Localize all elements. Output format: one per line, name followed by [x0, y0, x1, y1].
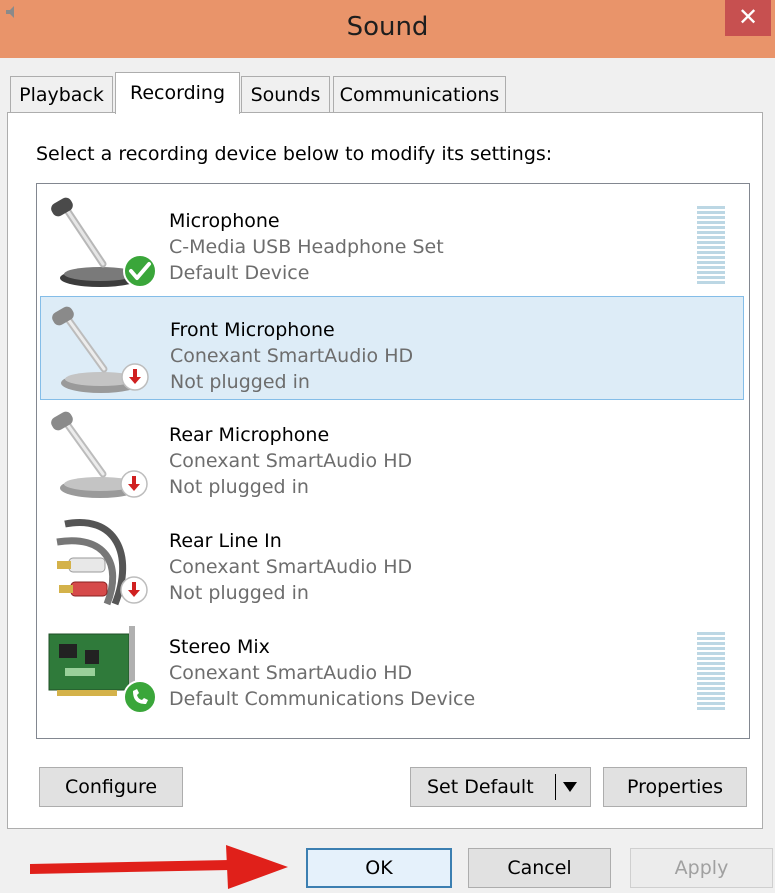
tab-recording[interactable]: Recording — [115, 72, 240, 114]
device-status: Not plugged in — [169, 476, 309, 498]
communications-phone-badge-icon — [123, 680, 157, 714]
device-row-stereo-mix[interactable]: Stereo Mix Conexant SmartAudio HD Defaul… — [37, 614, 749, 718]
properties-button[interactable]: Properties — [603, 767, 747, 807]
device-status: Default Device — [169, 262, 310, 284]
unplugged-badge-icon — [120, 470, 148, 498]
recording-device-list[interactable]: Microphone C-Media USB Headphone Set Def… — [36, 183, 750, 739]
device-name: Front Microphone — [170, 319, 335, 341]
tab-sounds[interactable]: Sounds — [241, 76, 330, 112]
device-row-rear-microphone[interactable]: Rear Microphone Conexant SmartAudio HD N… — [37, 402, 749, 506]
default-check-badge-icon — [123, 254, 157, 288]
device-status: Default Communications Device — [169, 688, 476, 710]
apply-button[interactable]: Apply — [630, 848, 773, 888]
set-default-label: Set Default — [427, 776, 534, 798]
device-row-microphone[interactable]: Microphone C-Media USB Headphone Set Def… — [37, 188, 749, 292]
device-row-rear-line-in[interactable]: Rear Line In Conexant SmartAudio HD Not … — [37, 508, 749, 612]
device-driver: Conexant SmartAudio HD — [169, 450, 413, 472]
device-driver: Conexant SmartAudio HD — [170, 345, 414, 367]
unplugged-badge-icon — [121, 363, 149, 391]
ok-button[interactable]: OK — [306, 848, 452, 888]
device-row-front-microphone[interactable]: Front Microphone Conexant SmartAudio HD … — [40, 296, 744, 400]
device-name: Rear Microphone — [169, 424, 330, 446]
title-bar: Sound ✕ — [0, 0, 775, 58]
tab-playback[interactable]: Playback — [10, 76, 113, 112]
device-status: Not plugged in — [169, 582, 309, 604]
device-driver: Conexant SmartAudio HD — [169, 556, 413, 578]
close-icon: ✕ — [737, 3, 759, 31]
dropdown-arrow-icon[interactable] — [563, 782, 577, 792]
device-driver: C-Media USB Headphone Set — [169, 236, 444, 258]
cancel-button[interactable]: Cancel — [468, 848, 611, 888]
device-name: Stereo Mix — [169, 636, 270, 658]
unplugged-badge-icon — [120, 576, 148, 604]
level-meter — [697, 632, 725, 712]
device-name: Rear Line In — [169, 530, 282, 552]
annotation-arrow-icon — [30, 845, 288, 889]
configure-button[interactable]: Configure — [39, 767, 183, 807]
tab-communications[interactable]: Communications — [333, 76, 506, 112]
split-separator — [555, 774, 556, 800]
window-title: Sound — [346, 12, 429, 42]
level-meter — [697, 206, 725, 286]
close-button[interactable]: ✕ — [725, 0, 771, 36]
set-default-split-button[interactable]: Set Default — [410, 767, 591, 807]
device-status: Not plugged in — [170, 371, 310, 393]
device-driver: Conexant SmartAudio HD — [169, 662, 413, 684]
instruction-text: Select a recording device below to modif… — [36, 143, 553, 165]
device-name: Microphone — [169, 210, 280, 232]
